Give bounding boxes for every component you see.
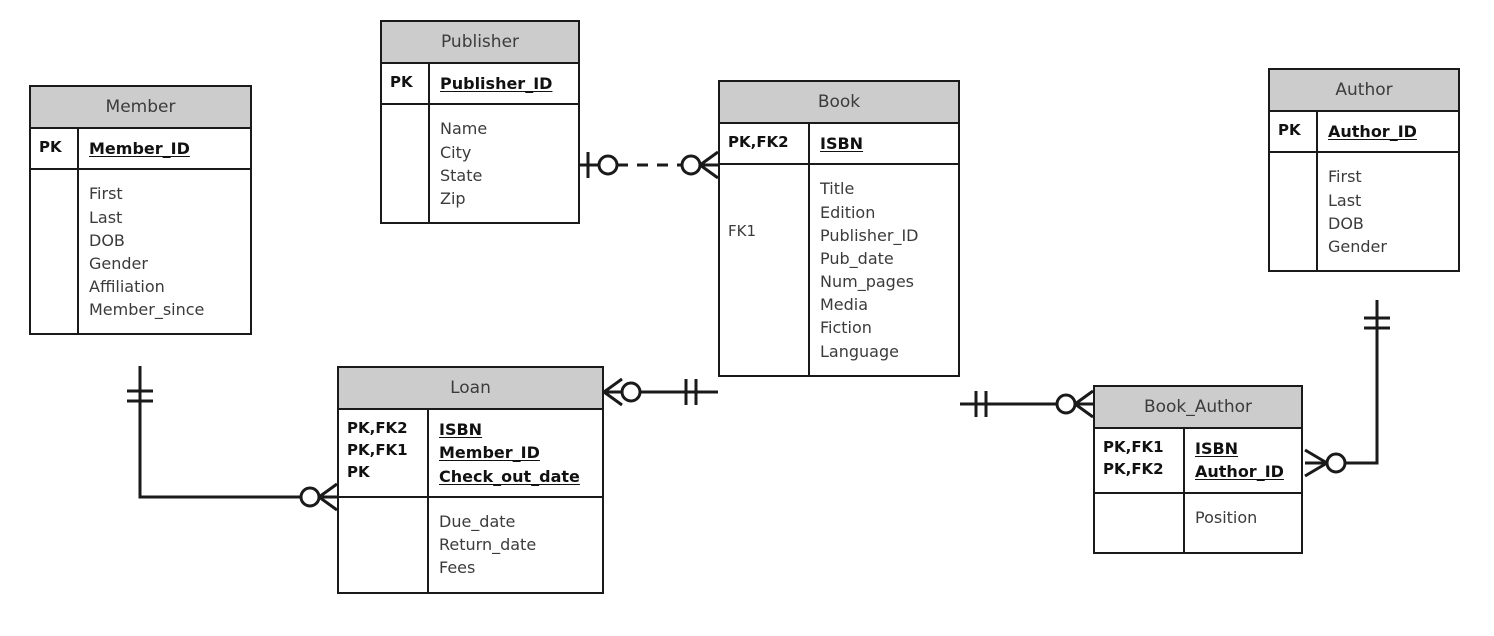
field-attr: Publisher_ID (820, 225, 919, 245)
entity-book-author-field-tags (1095, 493, 1185, 552)
field-attr: Last (1328, 190, 1362, 210)
entity-loan-key-section: PK,FK2 PK,FK1 PK ISBN Member_ID Check_ou… (339, 410, 602, 499)
entity-book-field-tags: FK1 (720, 165, 810, 375)
entity-loan-key-tags: PK,FK2 PK,FK1 PK (339, 410, 429, 497)
entity-author[interactable]: Author PK Author_ID First Last DOB Gende… (1268, 68, 1460, 273)
field-attr: Name (440, 119, 488, 139)
entity-publisher-field-section: Name City State Zip (382, 105, 578, 223)
entity-member-key-section: PK Member_ID (31, 129, 250, 171)
field-attr: Due_date (439, 512, 516, 532)
entity-member-title: Member (31, 87, 250, 129)
field-attr: Member_since (89, 300, 205, 320)
relationship-member-loan (127, 366, 338, 512)
entity-publisher-title: Publisher (382, 22, 578, 64)
entity-book-field-section: FK1 Title Edition Publisher_ID Pub_date … (720, 165, 958, 375)
entity-book-author-key-section: PK,FK1 PK,FK2 ISBN Author_ID (1095, 429, 1301, 494)
key-attr: ISBN (439, 420, 483, 439)
field-attr: Position (1195, 507, 1258, 527)
field-attr: Gender (1328, 236, 1387, 256)
entity-loan[interactable]: Loan PK,FK2 PK,FK1 PK ISBN Member_ID Che… (337, 366, 604, 594)
relationship-book-book_author (960, 389, 1094, 419)
entity-book-author-title: Book_Author (1095, 387, 1301, 429)
field-attr: DOB (1328, 213, 1364, 233)
entity-author-title: Author (1270, 70, 1458, 112)
key-attr: ISBN (820, 134, 864, 153)
field-attr: Affiliation (89, 277, 165, 297)
entity-member-key-tags: PK (31, 129, 79, 169)
entity-member-field-section: First Last DOB Gender Affiliation Member… (31, 170, 250, 334)
key-attr: Author_ID (1195, 462, 1284, 482)
relationship-publisher-book (580, 150, 719, 180)
field-attr: Media (820, 295, 869, 315)
er-diagram-canvas: Member PK Member_ID First Last DOB Gende… (0, 0, 1494, 636)
key-tag: PK,FK2 (347, 419, 408, 437)
key-attr: ISBN (1195, 439, 1239, 458)
entity-book-author-field-attrs: Position (1185, 494, 1301, 552)
entity-author-key-tags: PK (1270, 112, 1318, 152)
field-attr: Zip (440, 188, 466, 208)
entity-loan-key-attrs: ISBN Member_ID Check_out_date (429, 410, 602, 496)
key-attr: Publisher_ID (440, 74, 553, 93)
entity-publisher-field-attrs: Name City State Zip (430, 105, 578, 222)
key-tag: PK (1278, 121, 1301, 139)
entity-author-field-attrs: First Last DOB Gender (1318, 153, 1458, 270)
entity-loan-field-section: Due_date Return_date Fees (339, 498, 602, 592)
field-tag: FK1 (728, 221, 757, 240)
entity-book-key-attrs: ISBN (810, 124, 958, 163)
entity-author-key-section: PK Author_ID (1270, 112, 1458, 154)
entity-author-field-section: First Last DOB Gender (1270, 153, 1458, 271)
entity-loan-field-attrs: Due_date Return_date Fees (429, 498, 602, 592)
key-tag: PK (39, 138, 62, 156)
entity-member-field-tags (31, 170, 79, 334)
entity-book-key-section: PK,FK2 ISBN (720, 124, 958, 166)
key-tag: PK,FK2 (728, 133, 789, 151)
field-attr: First (89, 184, 123, 204)
key-attr: Member_ID (89, 139, 190, 158)
entity-member-field-attrs: First Last DOB Gender Affiliation Member… (79, 170, 250, 333)
field-attr: Gender (89, 253, 148, 273)
entity-book-author-key-attrs: ISBN Author_ID (1185, 429, 1301, 492)
field-attr: Title (820, 179, 855, 199)
entity-loan-title: Loan (339, 368, 602, 410)
key-tag: PK (390, 73, 413, 91)
entity-publisher-key-tags: PK (382, 64, 430, 104)
entity-book-field-attrs: Title Edition Publisher_ID Pub_date Num_… (810, 165, 958, 375)
key-tag: PK (347, 462, 370, 481)
relationship-book-loan (603, 377, 718, 407)
entity-book-key-tags: PK,FK2 (720, 124, 810, 164)
key-tag: PK,FK1 (1103, 438, 1164, 456)
field-attr: Pub_date (820, 248, 894, 268)
key-attr: Author_ID (1328, 122, 1417, 141)
key-attr: Member_ID (439, 443, 540, 463)
entity-member-key-attrs: Member_ID (79, 129, 250, 168)
entity-book[interactable]: Book PK,FK2 ISBN FK1 Title Edition Publi… (718, 80, 960, 377)
field-attr: Fiction (820, 318, 872, 338)
key-tag: PK,FK1 (347, 440, 408, 459)
entity-author-field-tags (1270, 153, 1318, 271)
entity-publisher-key-attrs: Publisher_ID (430, 64, 578, 103)
field-attr: Edition (820, 202, 876, 222)
field-attr: State (440, 165, 483, 185)
field-attr: DOB (89, 230, 125, 250)
entity-author-key-attrs: Author_ID (1318, 112, 1458, 151)
entity-publisher-field-tags (382, 105, 430, 223)
field-attr: Return_date (439, 535, 537, 555)
entity-member[interactable]: Member PK Member_ID First Last DOB Gende… (29, 85, 252, 336)
relationship-author-book_author (1304, 300, 1390, 478)
entity-book-author-field-section: Position (1095, 493, 1301, 552)
entity-publisher[interactable]: Publisher PK Publisher_ID Name City Stat… (380, 20, 580, 225)
field-attr: Language (820, 341, 899, 361)
entity-book-author[interactable]: Book_Author PK,FK1 PK,FK2 ISBN Author_ID… (1093, 385, 1303, 554)
entity-book-author-key-tags: PK,FK1 PK,FK2 (1095, 429, 1185, 492)
entity-publisher-key-section: PK Publisher_ID (382, 64, 578, 106)
key-attr: Check_out_date (439, 466, 580, 486)
field-attr: Last (89, 207, 123, 227)
entity-loan-field-tags (339, 498, 429, 592)
field-attr: City (440, 142, 472, 162)
field-attr: Num_pages (820, 272, 914, 292)
key-tag: PK,FK2 (1103, 459, 1164, 478)
entity-book-title: Book (720, 82, 958, 124)
field-attr: First (1328, 167, 1362, 187)
field-attr: Fees (439, 558, 476, 578)
